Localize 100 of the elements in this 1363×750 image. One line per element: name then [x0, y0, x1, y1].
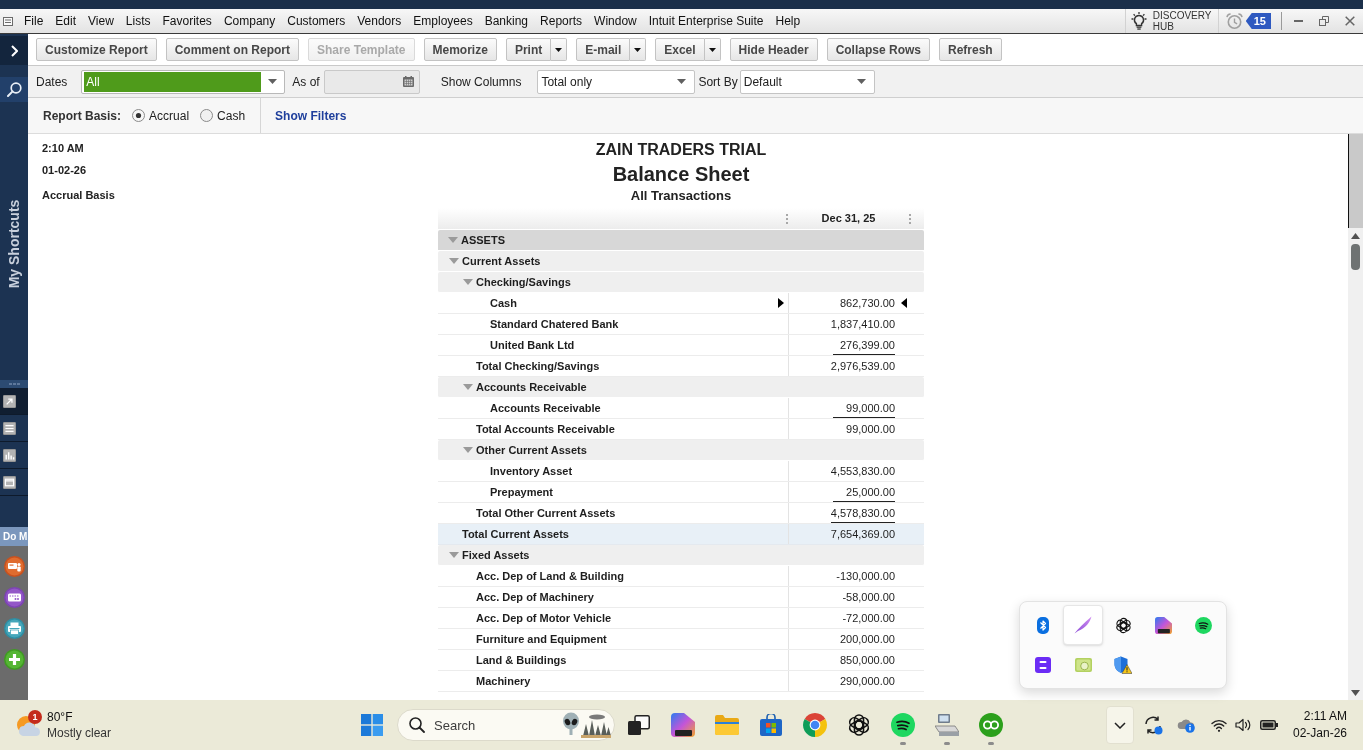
radio-label[interactable]: Accrual	[149, 106, 190, 125]
toolbar-button[interactable]: Refresh	[939, 38, 1002, 61]
account-name: Furniture and Equipment	[476, 632, 607, 646]
account-name: Prepayment	[490, 485, 553, 499]
alarm-clock-icon	[1225, 13, 1243, 29]
minimize-icon	[1293, 20, 1303, 22]
menu-item[interactable]: Vendors	[351, 13, 408, 29]
scroll-thumb[interactable]	[1351, 244, 1360, 270]
caret-icon	[268, 79, 278, 84]
do-more-label: Do M	[0, 527, 28, 546]
menu-item[interactable]: Company	[217, 13, 282, 29]
chevron-down-icon	[1113, 721, 1126, 729]
report-basis-text: Accrual Basis	[42, 188, 115, 202]
bar-chart-icon	[3, 448, 16, 462]
discovery-hub-button[interactable]: DISCOVERY HUB	[1124, 9, 1218, 33]
toolbar-button[interactable]: Memorize	[423, 38, 497, 61]
weather-condition-text: Mostly clear	[47, 725, 111, 741]
menu-item[interactable]: Reports	[534, 13, 589, 29]
tray-overflow-button[interactable]	[1105, 706, 1134, 744]
scroll-up-arrow-icon[interactable]	[1351, 233, 1360, 239]
search-icon	[6, 82, 22, 97]
toolbar-button[interactable]: Customize Report	[36, 38, 157, 61]
account-name: Machinery	[476, 674, 531, 688]
menu-item[interactable]: Lists	[119, 13, 157, 29]
menu-item[interactable]: Favorites	[156, 13, 218, 29]
expand-sidebar-button[interactable]	[0, 36, 28, 65]
overlapping-squares-icon	[628, 715, 650, 735]
volume-icon[interactable]	[1234, 718, 1252, 732]
account-name: Land & Buildings	[476, 653, 567, 667]
add-icon[interactable]	[4, 649, 25, 670]
card-icon[interactable]	[4, 587, 25, 608]
menu-item[interactable]: File	[18, 13, 50, 29]
toolbar-button[interactable]: E-mail	[576, 38, 631, 61]
total-amount: 4,578,830.00	[830, 506, 895, 523]
radio-label[interactable]: Cash	[217, 106, 246, 125]
system-menu-icon[interactable]	[3, 16, 13, 26]
menu-item[interactable]: Banking	[478, 13, 535, 29]
group-label: Accounts Receivable	[476, 380, 587, 394]
total-label: Total Other Current Assets	[476, 506, 616, 520]
reminders-button[interactable]: 15	[1217, 9, 1278, 33]
gradient-tile-icon	[1154, 616, 1172, 634]
reminder-count-badge: 15	[1245, 13, 1271, 29]
toolbar-button[interactable]: Hide Header	[729, 38, 818, 61]
circle-card-icon	[1074, 658, 1092, 672]
account-name: Acc. Dep of Motor Vehicle	[476, 611, 612, 625]
show-filters-link[interactable]: Show Filters	[275, 106, 347, 125]
radio-button[interactable]	[200, 109, 214, 122]
scroll-down-arrow-icon[interactable]	[1351, 690, 1360, 696]
toolbar-button[interactable]: Excel	[655, 38, 705, 61]
menu-item[interactable]: Customers	[281, 13, 352, 29]
menu-item[interactable]: Intuit Enterprise Suite	[642, 13, 770, 29]
knot-logo-icon	[1114, 616, 1132, 634]
toolbar-button[interactable]: Collapse Rows	[826, 38, 930, 61]
account-name: Acc. Dep of Land & Building	[476, 569, 624, 583]
shopping-bag-icon	[760, 714, 782, 736]
alien-illustration-icon	[561, 712, 611, 738]
battery-icon[interactable]	[1259, 720, 1278, 730]
search-icon	[409, 717, 425, 733]
dates-label: Dates	[36, 73, 68, 91]
dropdown-arrow-button[interactable]	[551, 38, 568, 61]
amount-value: 200,000.00	[838, 632, 895, 646]
id-card-icon[interactable]	[4, 556, 25, 577]
clock-time: 2:11 AM	[1303, 708, 1347, 725]
search-button[interactable]	[0, 77, 28, 102]
sort-by-dropdown[interactable]: Default	[739, 69, 875, 94]
menu-item[interactable]: View	[82, 13, 120, 29]
caret-icon	[634, 47, 642, 52]
toolbar-button[interactable]: Print	[505, 38, 552, 61]
radio-button[interactable]	[132, 109, 146, 122]
show-columns-dropdown[interactable]: Total only	[537, 69, 696, 94]
menu-item[interactable]: Employees	[407, 13, 479, 29]
close-icon	[1345, 16, 1355, 26]
shield-warning-icon	[1114, 656, 1132, 674]
dropdown-arrow-button[interactable]	[630, 38, 647, 61]
amount-value: 290,000.00	[838, 674, 895, 688]
menu-item[interactable]: Edit	[49, 13, 83, 29]
app-tile-icon	[1035, 657, 1051, 673]
sidebar-tab[interactable]	[0, 388, 28, 415]
resize-grip-icon[interactable]	[0, 380, 28, 388]
column-header[interactable]: Dec 31, 25	[821, 210, 876, 227]
menu-item[interactable]: Help	[769, 13, 807, 29]
report-basis-label: Report Basis:	[43, 107, 122, 125]
circle-logo-icon	[979, 713, 1003, 737]
amount-value: -72,000.00	[841, 611, 895, 625]
toolbar-button[interactable]: Comment on Report	[165, 38, 300, 61]
wifi-icon[interactable]	[1210, 718, 1227, 732]
clock[interactable]: 2:11 AM 02-Jan-26	[1292, 708, 1347, 742]
total-label: Total Accounts Receivable	[476, 422, 615, 436]
weather-widget[interactable]: 1 80°F Mostly clear	[12, 705, 114, 745]
sound-waves-logo-icon	[891, 713, 915, 737]
total-amount: 2,976,539.00	[830, 359, 895, 373]
amount-value: 25,000.00	[833, 485, 895, 502]
total-label: Total Current Assets	[462, 527, 569, 541]
sync-icon[interactable]	[1142, 715, 1163, 735]
printer-icon[interactable]	[4, 618, 25, 639]
cloud-info-icon[interactable]	[1176, 717, 1195, 733]
sort-by-label: Sort By	[698, 73, 738, 91]
menu-item[interactable]: Window	[588, 13, 643, 29]
caret-icon	[555, 47, 563, 52]
search-field[interactable]: Search	[397, 709, 615, 741]
